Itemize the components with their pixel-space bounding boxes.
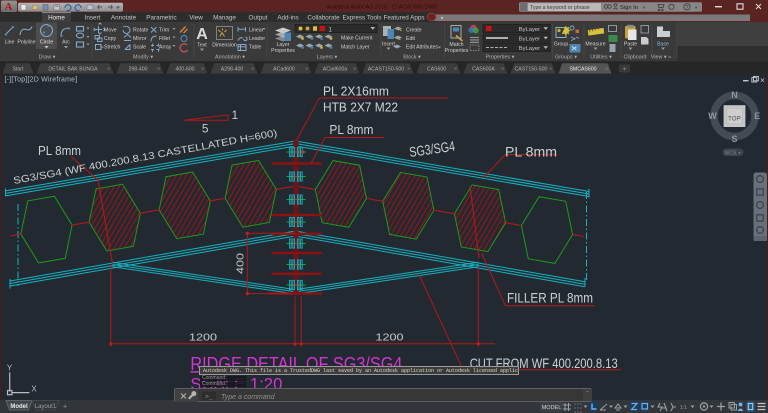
svg-text:1:1: 1:1	[680, 405, 687, 411]
svg-text:ACad600a: ACad600a	[323, 66, 348, 72]
svg-text:Array: Array	[159, 45, 172, 51]
svg-text:+: +	[63, 404, 67, 411]
svg-text:ByLayer: ByLayer	[519, 46, 540, 52]
svg-text:ACad600: ACad600	[273, 66, 295, 72]
svg-text:×: ×	[157, 66, 160, 72]
svg-text:ByLayer: ByLayer	[519, 37, 540, 43]
svg-text:×: ×	[353, 66, 356, 72]
svg-text:Home: Home	[48, 15, 65, 22]
svg-text:Manage: Manage	[213, 15, 236, 22]
svg-text:Mirror: Mirror	[133, 36, 147, 42]
svg-text:Collaborate: Collaborate	[307, 15, 340, 22]
svg-text:SMCAS600: SMCAS600	[569, 66, 596, 72]
svg-text:Sign In: Sign In	[620, 5, 638, 11]
svg-text:Parametric: Parametric	[146, 15, 176, 22]
svg-text:Table: Table	[249, 45, 262, 51]
svg-text:Layout1: Layout1	[35, 404, 57, 410]
svg-text:Line: Line	[5, 40, 15, 46]
svg-text:Match Layer: Match Layer	[341, 45, 370, 51]
svg-text:Add-ins: Add-ins	[277, 15, 298, 22]
svg-text:Move: Move	[104, 28, 117, 34]
svg-text:Utilities ▾: Utilities ▾	[590, 55, 612, 61]
svg-text:ByLayer: ByLayer	[519, 27, 540, 33]
svg-text:Edit Attributes: Edit Attributes	[406, 45, 438, 51]
svg-text:Properties ▾: Properties ▾	[486, 55, 515, 61]
svg-text:Insert: Insert	[85, 15, 101, 22]
svg-text:Groups ▾: Groups ▾	[555, 55, 577, 61]
svg-text:A: A	[196, 26, 208, 43]
svg-text:400-600: 400-600	[175, 66, 194, 72]
svg-text:ACAST150-500: ACAST150-500	[368, 66, 404, 72]
svg-text:Paste: Paste	[624, 42, 637, 48]
svg-text:Block ▾: Block ▾	[403, 55, 421, 61]
svg-text:Linear: Linear	[249, 28, 264, 34]
svg-text:Properties: Properties	[445, 48, 469, 54]
svg-text:CAS600: CAS600	[427, 66, 446, 72]
svg-text:Clipboard: Clipboard	[623, 55, 646, 61]
svg-text:CAST150-500: CAST150-500	[515, 66, 548, 72]
svg-text:Featured Apps: Featured Apps	[384, 15, 425, 22]
svg-text:×: ×	[107, 66, 110, 72]
svg-text:Express Tools: Express Tools	[342, 15, 381, 22]
svg-text:Draw ▾: Draw ▾	[39, 55, 56, 61]
svg-text:Edit: Edit	[406, 36, 415, 42]
svg-text:>_: >_	[205, 393, 213, 400]
svg-text:Text: Text	[197, 43, 207, 49]
svg-text:Autodesk AutoCAD 2019: Autodesk AutoCAD 2019	[327, 5, 387, 11]
svg-text:Stretch: Stretch	[104, 45, 121, 51]
svg-text:View: View	[189, 15, 203, 22]
svg-text:MODEL: MODEL	[542, 405, 562, 411]
svg-text:Fillet: Fillet	[159, 36, 171, 42]
svg-text:?: ?	[685, 5, 688, 11]
svg-text:Make Current: Make Current	[341, 36, 373, 42]
svg-text:CAS600A: CAS600A	[472, 66, 495, 72]
svg-text:Copy: Copy	[104, 36, 117, 42]
svg-text:Output: Output	[249, 15, 268, 22]
svg-text:×: ×	[501, 66, 504, 72]
svg-text:A: A	[5, 1, 13, 13]
svg-text:View ▾ »: View ▾ »	[651, 55, 671, 61]
svg-text:Model: Model	[10, 404, 28, 410]
svg-text:×: ×	[251, 66, 254, 72]
svg-text:Create: Create	[406, 28, 422, 34]
svg-text:A298-400: A298-400	[221, 66, 244, 72]
svg-text:Measure: Measure	[585, 42, 605, 48]
svg-text:×: ×	[605, 66, 608, 72]
svg-text:Scale: Scale	[133, 45, 146, 51]
svg-text:Layers ▾: Layers ▾	[317, 55, 338, 61]
svg-text:DETAIL BAK BUNGA: DETAIL BAK BUNGA	[48, 66, 98, 72]
svg-text:Circle: Circle	[40, 40, 53, 46]
svg-text:×: ×	[305, 66, 308, 72]
svg-text:×: ×	[407, 66, 410, 72]
svg-text:Dimension: Dimension	[212, 43, 237, 49]
svg-text:Type a command: Type a command	[221, 394, 276, 401]
svg-text:Start: Start	[13, 66, 25, 72]
svg-text:Properties: Properties	[271, 48, 295, 54]
svg-text:Rotate: Rotate	[133, 28, 148, 34]
svg-text:Base: Base	[657, 42, 669, 48]
svg-text:Modify ▾: Modify ▾	[133, 55, 153, 61]
svg-text:Polyline: Polyline	[17, 40, 35, 46]
svg-text:+: +	[623, 66, 627, 73]
svg-text:Group: Group	[554, 42, 569, 48]
svg-text:×: ×	[201, 66, 204, 72]
svg-text:×: ×	[454, 66, 457, 72]
svg-text:Annotate: Annotate	[111, 15, 137, 22]
svg-text:×: ×	[549, 66, 552, 72]
svg-text:D:\ACAD600.DWG: D:\ACAD600.DWG	[392, 5, 438, 11]
svg-text:Arc: Arc	[62, 40, 70, 46]
svg-text:Leader: Leader	[249, 36, 265, 42]
svg-text:Type a keyword or phrase: Type a keyword or phrase	[530, 5, 590, 11]
svg-text:Annotation ▾: Annotation ▾	[215, 55, 245, 61]
svg-text:298-400: 298-400	[128, 66, 147, 72]
svg-text:Trim: Trim	[159, 28, 169, 34]
